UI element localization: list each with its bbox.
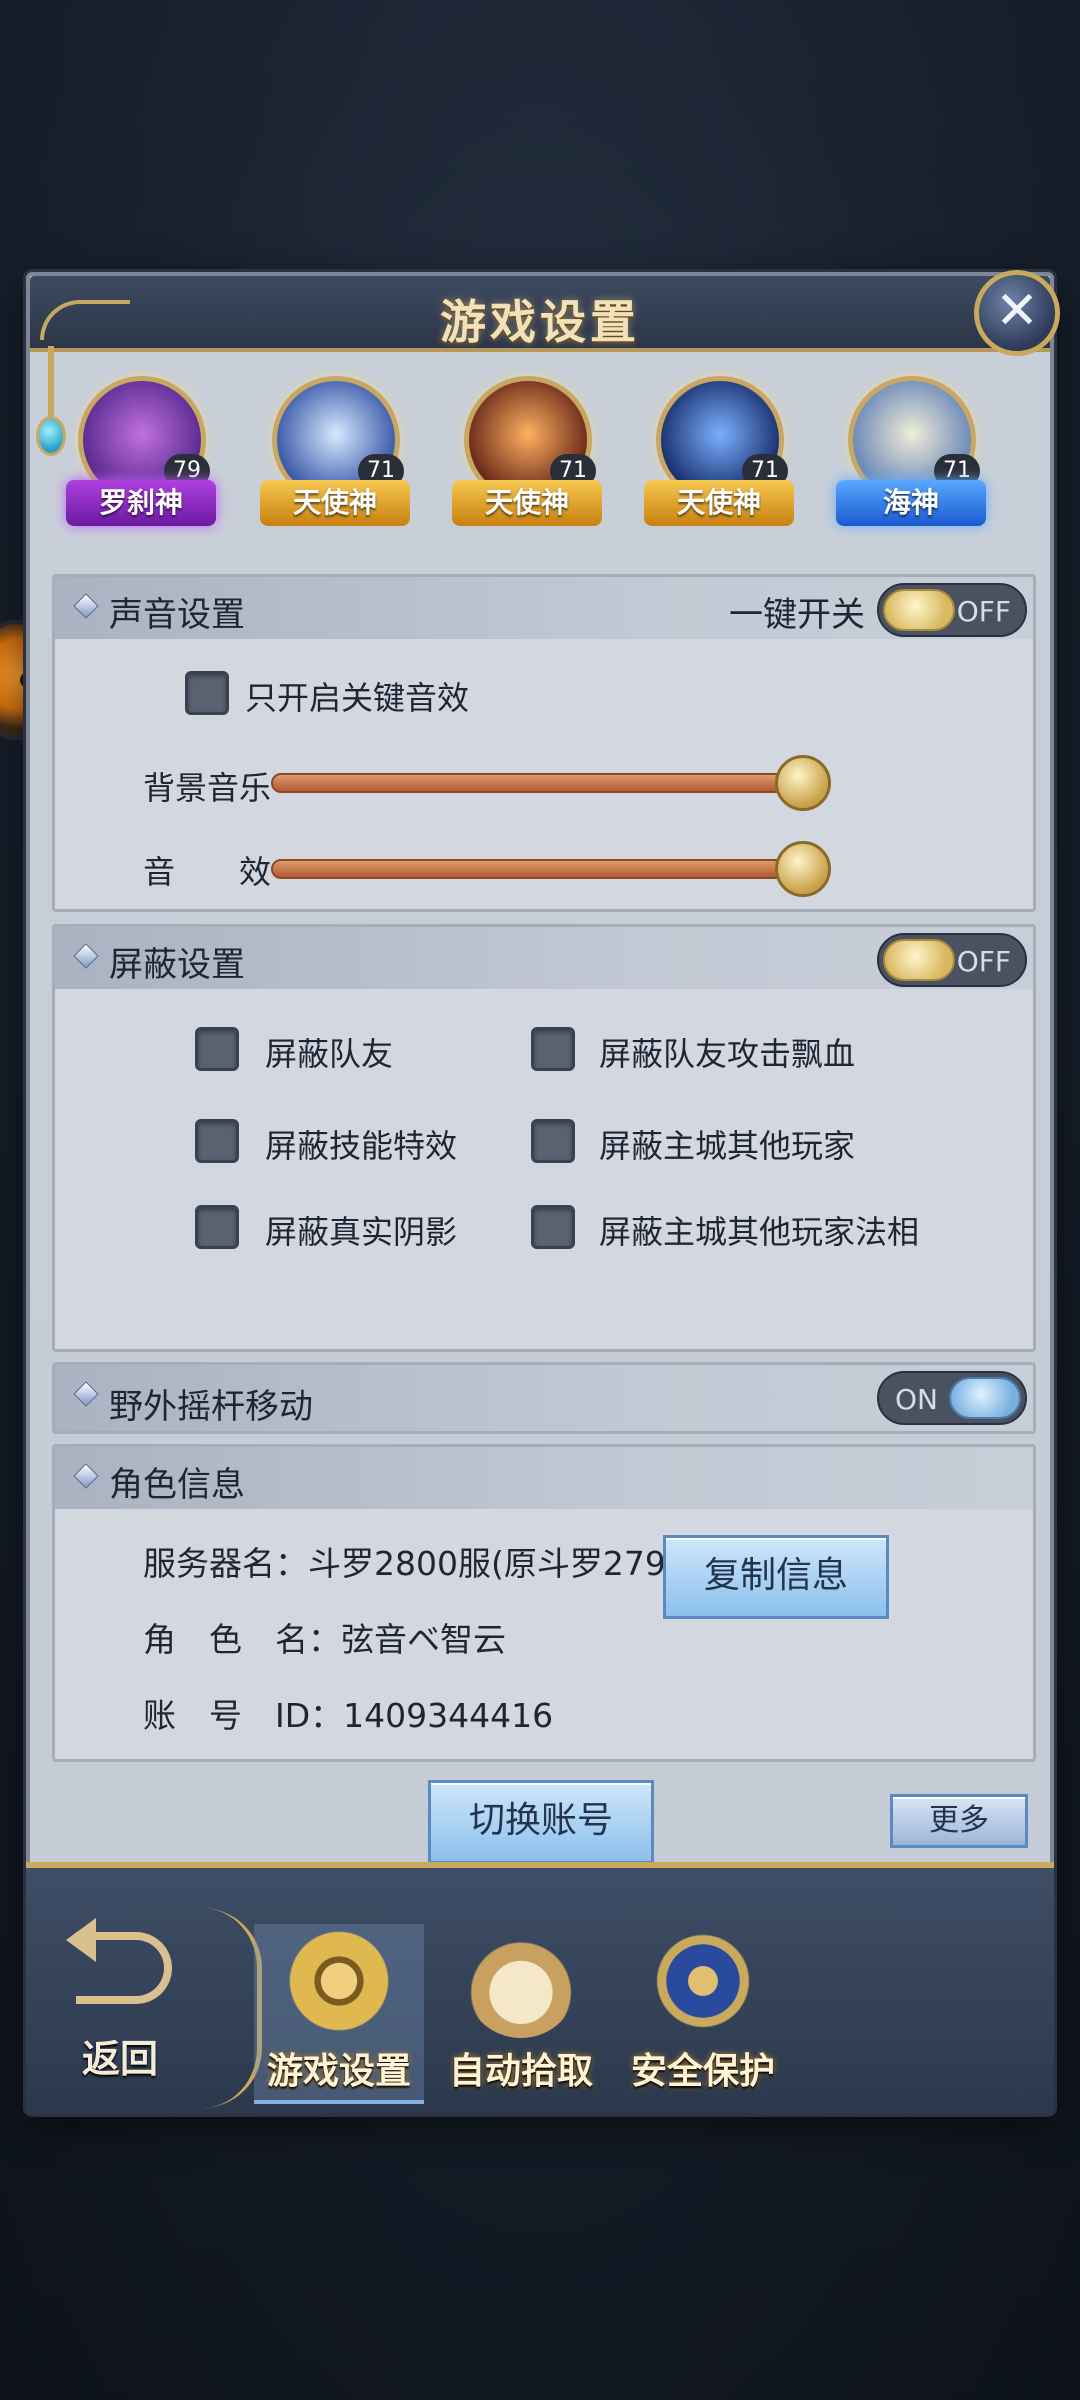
- switch-account-button[interactable]: 切换账号: [428, 1780, 654, 1864]
- dock-label: 自动拾取: [448, 2051, 593, 2092]
- sfx-slider-thumb[interactable]: [775, 841, 831, 897]
- bgm-slider[interactable]: [271, 773, 803, 793]
- hero-title-banner: 罗刹神: [66, 480, 216, 526]
- settings-dialog: 游戏设置 ✕ 79 罗刹神 71 天使神 71 天使神 71 天使神 71 海神: [26, 270, 1060, 2114]
- back-button[interactable]: 返回: [66, 1918, 186, 2082]
- diamond-icon: [73, 943, 99, 969]
- section-title: 角色信息: [109, 1465, 245, 1505]
- dock-divider: [202, 1908, 262, 2108]
- account-id: 账 号 ID：1409344416: [143, 1696, 554, 1735]
- copy-info-button[interactable]: 复制信息: [663, 1535, 889, 1619]
- block-option-label: 屏蔽队友: [265, 1035, 394, 1073]
- bgm-label: 背景音乐: [143, 769, 272, 807]
- section-header: 野外摇杆移动 ON: [55, 1365, 1033, 1431]
- bgm-slider-thumb[interactable]: [775, 755, 831, 811]
- block-option-label: 屏蔽主城其他玩家: [599, 1127, 856, 1165]
- diamond-icon: [73, 593, 99, 619]
- section-header: 屏蔽设置 OFF: [55, 927, 1033, 989]
- dock-label: 游戏设置: [266, 2051, 411, 2092]
- hero-slot-4[interactable]: 71 天使神: [644, 376, 794, 526]
- title-bar: 游戏设置: [30, 276, 1050, 352]
- toggle-knob: [883, 939, 955, 981]
- character-name: 角 色 名：弦音ベ智云: [143, 1620, 506, 1659]
- dock-tab-security[interactable]: 安全保护: [618, 1924, 788, 2104]
- block-option-label: 屏蔽技能特效: [265, 1127, 458, 1165]
- sound-master-toggle[interactable]: OFF: [877, 583, 1027, 637]
- hero-title-banner: 海神: [836, 480, 986, 526]
- pendant-gem-icon: [36, 416, 66, 456]
- block-master-toggle[interactable]: OFF: [877, 933, 1027, 987]
- dock-tab-auto-pickup[interactable]: 自动拾取: [436, 1924, 606, 2104]
- block-real-shadow-checkbox[interactable]: [195, 1205, 239, 1249]
- pendant-chain: [48, 346, 54, 426]
- block-settings-section: 屏蔽设置 OFF 屏蔽队友 屏蔽队友攻击飘血 屏蔽技能特效 屏蔽主城其他玩家 屏…: [52, 924, 1036, 1352]
- block-option-label: 屏蔽主城其他玩家法相: [599, 1213, 920, 1251]
- onekey-switch-label: 一键开关: [729, 595, 865, 635]
- diamond-icon: [73, 1463, 99, 1489]
- block-option-label: 屏蔽队友攻击飘血: [599, 1035, 856, 1073]
- section-header: 角色信息: [55, 1447, 1033, 1509]
- toggle-state: OFF: [956, 945, 1011, 978]
- toggle-knob: [949, 1377, 1021, 1419]
- hero-slot-3[interactable]: 71 天使神: [452, 376, 602, 526]
- hero-slot-1[interactable]: 79 罗刹神: [66, 376, 216, 526]
- key-sfx-only-checkbox[interactable]: [185, 671, 229, 715]
- dock-label: 安全保护: [630, 2051, 775, 2092]
- server-name: 服务器名：斗罗2800服(原斗罗2795服): [143, 1544, 733, 1583]
- block-skill-effects-checkbox[interactable]: [195, 1119, 239, 1163]
- more-button[interactable]: 更多: [890, 1794, 1028, 1848]
- block-teammate-damage-checkbox[interactable]: [531, 1027, 575, 1071]
- coin-bag-icon: [464, 1924, 578, 2038]
- toggle-state: ON: [895, 1383, 938, 1416]
- role-info-section: 角色信息 服务器名：斗罗2800服(原斗罗2795服) 角 色 名：弦音ベ智云 …: [52, 1444, 1036, 1762]
- section-title: 声音设置: [109, 595, 245, 635]
- section-header: 声音设置 一键开关 OFF: [55, 577, 1033, 639]
- hero-roster: 79 罗刹神 71 天使神 71 天使神 71 天使神 71 海神: [66, 376, 1026, 526]
- gear-icon: [282, 1924, 396, 2038]
- bottom-dock: 返回 游戏设置 自动拾取 安全保护: [26, 1862, 1054, 2114]
- diamond-icon: [73, 1381, 99, 1407]
- dialog-title: 游戏设置: [440, 295, 640, 349]
- hero-slot-5[interactable]: 71 海神: [836, 376, 986, 526]
- block-city-player-avatar-checkbox[interactable]: [531, 1205, 575, 1249]
- hero-title-banner: 天使神: [644, 480, 794, 526]
- toggle-state: OFF: [956, 595, 1011, 628]
- key-sfx-only-label: 只开启关键音效: [245, 679, 470, 717]
- block-option-label: 屏蔽真实阴影: [265, 1213, 458, 1251]
- block-city-players-checkbox[interactable]: [531, 1119, 575, 1163]
- toggle-knob: [883, 589, 955, 631]
- back-arrow-head-icon: [66, 1918, 96, 1962]
- sfx-label: 音 效: [143, 853, 272, 891]
- joystick-section: 野外摇杆移动 ON: [52, 1362, 1036, 1434]
- sfx-slider[interactable]: [271, 859, 803, 879]
- back-label: 返回: [82, 2037, 159, 2081]
- block-teammates-checkbox[interactable]: [195, 1027, 239, 1071]
- lock-shield-icon: [646, 1924, 760, 2038]
- section-title: 屏蔽设置: [109, 945, 245, 985]
- hero-title-banner: 天使神: [452, 480, 602, 526]
- joystick-toggle[interactable]: ON: [877, 1371, 1027, 1425]
- section-title: 野外摇杆移动: [109, 1387, 313, 1427]
- hero-slot-2[interactable]: 71 天使神: [260, 376, 410, 526]
- hero-title-banner: 天使神: [260, 480, 410, 526]
- sound-settings-section: 声音设置 一键开关 OFF 只开启关键音效 背景音乐 音 效: [52, 574, 1036, 912]
- dock-tab-game-settings[interactable]: 游戏设置: [254, 1924, 424, 2104]
- close-button[interactable]: ✕: [974, 270, 1060, 356]
